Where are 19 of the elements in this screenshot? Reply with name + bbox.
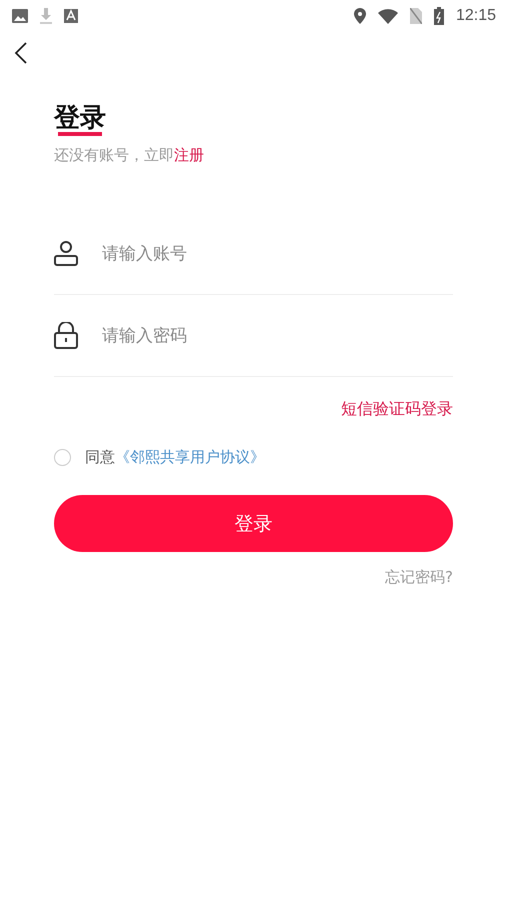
clock: 12:15 <box>456 7 496 25</box>
register-link[interactable]: 注册 <box>174 146 204 164</box>
page-title: 登录 <box>54 102 106 136</box>
image-icon <box>12 9 28 23</box>
sms-login-link[interactable]: 短信验证码登录 <box>341 399 453 420</box>
wifi-icon <box>378 8 398 24</box>
font-icon <box>64 9 78 23</box>
agreement-text: 同意《邻熙共享用户协议》 <box>85 448 265 467</box>
lock-icon <box>54 322 78 349</box>
battery-icon <box>434 7 444 25</box>
login-button[interactable]: 登录 <box>54 495 453 552</box>
agreement-link[interactable]: 《邻熙共享用户协议》 <box>115 448 265 466</box>
user-icon <box>54 241 78 266</box>
agree-checkbox[interactable] <box>54 449 71 466</box>
register-prompt: 还没有账号，立即注册 <box>54 146 205 165</box>
forgot-password-link[interactable]: 忘记密码? <box>385 568 453 587</box>
download-icon <box>40 8 52 24</box>
sim-icon <box>410 8 422 24</box>
location-icon <box>354 8 366 24</box>
